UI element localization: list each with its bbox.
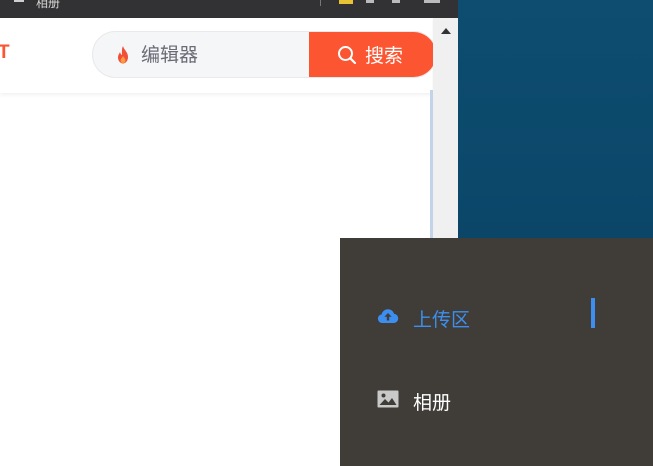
- active-indicator: [591, 298, 595, 328]
- folder-icon[interactable]: [339, 0, 353, 4]
- cloud-upload-icon: [378, 309, 399, 323]
- search-icon: [338, 45, 357, 64]
- site-logo[interactable]: T: [0, 42, 10, 64]
- menu-item-upload[interactable]: 上传区: [340, 296, 653, 336]
- menu-icon[interactable]: [14, 0, 24, 2]
- search-button[interactable]: 搜索: [309, 32, 436, 77]
- window-titlebar: 相册: [0, 0, 458, 18]
- close-icon[interactable]: [424, 0, 440, 3]
- side-menu-panel: 上传区 相册: [340, 238, 653, 466]
- scroll-up-arrow-icon[interactable]: [441, 28, 451, 34]
- maximize-icon[interactable]: [392, 0, 400, 3]
- search-input[interactable]: [141, 32, 301, 77]
- minimize-icon[interactable]: [366, 0, 374, 3]
- menu-item-album[interactable]: 相册: [340, 379, 653, 419]
- menu-item-label: 上传区: [413, 309, 471, 331]
- window-title: 相册: [36, 0, 61, 10]
- titlebar-separator: [320, 0, 321, 6]
- menu-item-label: 相册: [413, 392, 452, 414]
- search-button-label: 搜索: [365, 45, 404, 67]
- site-header: T 搜索: [0, 18, 437, 93]
- search-bar: 搜索: [92, 31, 437, 78]
- image-icon: [377, 390, 399, 408]
- flame-icon: [118, 46, 128, 64]
